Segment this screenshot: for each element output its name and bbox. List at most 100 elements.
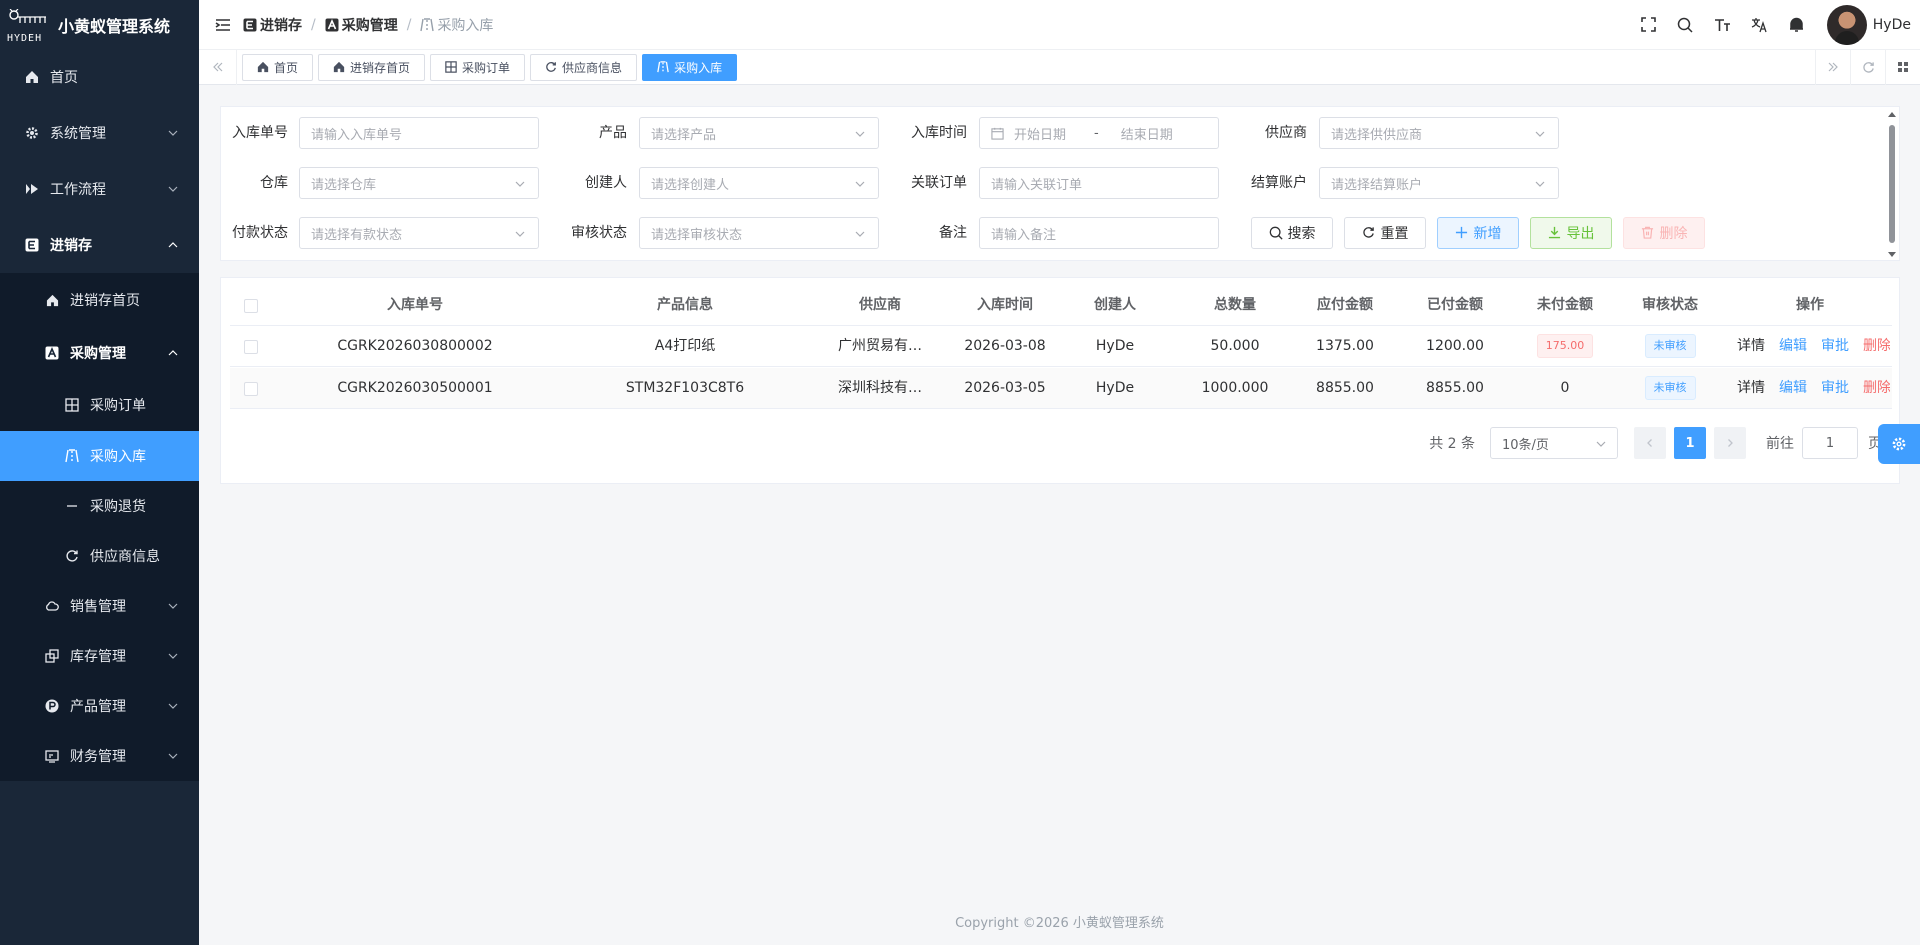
detail-link[interactable]: 详情 [1737, 368, 1765, 409]
breadcrumb-label: 采购入库 [437, 17, 494, 34]
double-chevron-right-icon [1828, 62, 1838, 72]
detail-link[interactable]: 详情 [1737, 326, 1765, 367]
page-size-select[interactable]: 10条/页 [1490, 427, 1618, 459]
row-checkbox[interactable] [244, 340, 258, 354]
warehouse-select[interactable]: 请选择仓库 [299, 167, 539, 199]
cell-status: 未审核 [1620, 368, 1720, 409]
sidebar-item-system[interactable]: 系统管理 [0, 105, 199, 161]
export-button[interactable]: 导出 [1530, 217, 1612, 249]
page-number-current[interactable]: 1 [1674, 427, 1706, 459]
chevron-down-icon [515, 181, 525, 187]
approve-link[interactable]: 审批 [1821, 368, 1849, 409]
table-row[interactable]: CGRK2026030800002 A4打印纸 广州贸易有… 2026-03-0… [230, 326, 1892, 367]
breadcrumb-item[interactable]: 进销存 [243, 15, 302, 35]
breadcrumb-item-current: 采购入库 [420, 15, 493, 35]
audit-status-select[interactable]: 请选择审核状态 [639, 217, 879, 249]
supplier-select[interactable]: 请选择供供应商 [1319, 117, 1559, 149]
gear-icon [1892, 437, 1906, 451]
sidebar-item-sales[interactable]: 销售管理 [0, 581, 199, 631]
remark-input[interactable]: 请输入备注 [979, 217, 1219, 249]
row-checkbox[interactable] [244, 382, 258, 396]
table-row[interactable]: CGRK2026030500001 STM32F103C8T6 深圳科技有… 2… [230, 368, 1892, 409]
sidebar-item-purchase-inbound[interactable]: 采购入库 [0, 431, 199, 481]
select-all-checkbox[interactable] [244, 299, 258, 313]
search-button[interactable]: 搜索 [1251, 217, 1333, 249]
prev-page-button[interactable] [1634, 427, 1666, 459]
tab-label: 采购入库 [674, 60, 723, 75]
notification-button[interactable] [1778, 0, 1815, 50]
sidebar-item-purchase[interactable]: 采购管理 [0, 327, 199, 379]
cell-order-no: CGRK2026030800002 [337, 338, 493, 354]
tab-menu-button[interactable] [1885, 49, 1920, 85]
tab-label: 供应商信息 [562, 60, 623, 75]
refresh-tab-button[interactable] [1850, 49, 1885, 85]
sidebar-item-finance[interactable]: 财务管理 [0, 731, 199, 781]
refresh-icon [1862, 61, 1874, 73]
menu-toggle-button[interactable] [203, 0, 243, 50]
column-header: 入库单号 [387, 297, 443, 313]
breadcrumb: 进销存 / 采购管理 / 采购入库 [243, 15, 493, 35]
breadcrumb-item[interactable]: 采购管理 [325, 15, 398, 35]
cell-order-no: CGRK2026030500001 [337, 380, 493, 396]
edit-link[interactable]: 编辑 [1779, 368, 1807, 409]
gear-icon [24, 125, 40, 141]
delete-link[interactable]: 删除 [1863, 326, 1890, 367]
approve-link[interactable]: 审批 [1821, 326, 1849, 367]
edit-link[interactable]: 编辑 [1779, 326, 1807, 367]
end-date-placeholder: 结束日期 [1120, 127, 1173, 143]
sidebar-item-inventory-home[interactable]: 进销存首页 [0, 273, 199, 327]
sidebar-item-home[interactable]: 首页 [0, 49, 199, 105]
chevron-down-icon [168, 130, 178, 136]
scrollbar-thumb[interactable] [1889, 125, 1895, 243]
related-order-input[interactable]: 请输入关联订单 [979, 167, 1219, 199]
header-actions: HyDe [1630, 0, 1920, 50]
account-select[interactable]: 请选择结算账户 [1319, 167, 1559, 199]
cell-supplier: 深圳科技有… [838, 380, 922, 396]
chevron-down-icon [168, 186, 178, 192]
creator-select[interactable]: 请选择创建人 [639, 167, 879, 199]
tab-home[interactable]: 首页 [242, 53, 314, 81]
order-no-input[interactable]: 请输入入库单号 [299, 117, 539, 149]
refresh-icon [1362, 226, 1376, 240]
sidebar-item-supplier[interactable]: 供应商信息 [0, 531, 199, 581]
settings-float-button[interactable] [1878, 424, 1920, 464]
goto-label: 前往 [1766, 436, 1794, 452]
sidebar-item-workflow[interactable]: 工作流程 [0, 161, 199, 217]
user-name[interactable]: HyDe [1873, 17, 1911, 33]
fullscreen-button[interactable] [1630, 0, 1667, 50]
unpaid-tag: 175.00 [1536, 334, 1594, 358]
sidebar-item-stock[interactable]: 库存管理 [0, 631, 199, 681]
cell-supplier: 广州贸易有… [838, 338, 922, 354]
delete-link[interactable]: 删除 [1863, 368, 1890, 409]
tab-purchase-order[interactable]: 采购订单 [430, 53, 526, 81]
page-jump-input[interactable]: 1 [1802, 427, 1858, 459]
product-select[interactable]: 请选择产品 [639, 117, 879, 149]
tab-label: 进销存首页 [350, 60, 411, 75]
sidebar-item-purchase-order[interactable]: 采购订单 [0, 379, 199, 431]
reset-button[interactable]: 重置 [1344, 217, 1426, 249]
button-label: 删除 [1659, 226, 1688, 242]
delete-button[interactable]: 删除 [1623, 217, 1705, 249]
tab-supplier[interactable]: 供应商信息 [530, 53, 638, 81]
avatar[interactable] [1826, 4, 1867, 45]
tab-inventory-home[interactable]: 进销存首页 [318, 53, 426, 81]
column-header: 产品信息 [657, 297, 713, 313]
sidebar-item-label: 财务管理 [70, 749, 126, 765]
search-button[interactable] [1667, 0, 1704, 50]
tab-purchase-inbound[interactable]: 采购入库 [642, 53, 738, 81]
cell-ops: 详情 编辑 审批 删除 [1730, 368, 1890, 409]
copy-icon [44, 648, 60, 664]
sidebar-item-purchase-return[interactable]: 采购退货 [0, 481, 199, 531]
next-page-button[interactable] [1714, 427, 1746, 459]
language-button[interactable] [1741, 0, 1778, 50]
font-size-button[interactable] [1704, 0, 1741, 50]
tabs-scroll-left-button[interactable] [199, 49, 237, 85]
in-time-range-picker[interactable]: 开始日期 - 结束日期 [979, 117, 1219, 149]
add-button[interactable]: 新增 [1437, 217, 1519, 249]
sidebar-item-inventory[interactable]: 进销存 [0, 217, 199, 273]
placeholder: 请选择审核状态 [651, 227, 743, 243]
pay-status-select[interactable]: 请选择有款状态 [299, 217, 539, 249]
tabs-scroll-right-button[interactable] [1815, 49, 1850, 85]
filter-scrollbar[interactable] [1885, 107, 1899, 262]
sidebar-item-product[interactable]: 产品管理 [0, 681, 199, 731]
